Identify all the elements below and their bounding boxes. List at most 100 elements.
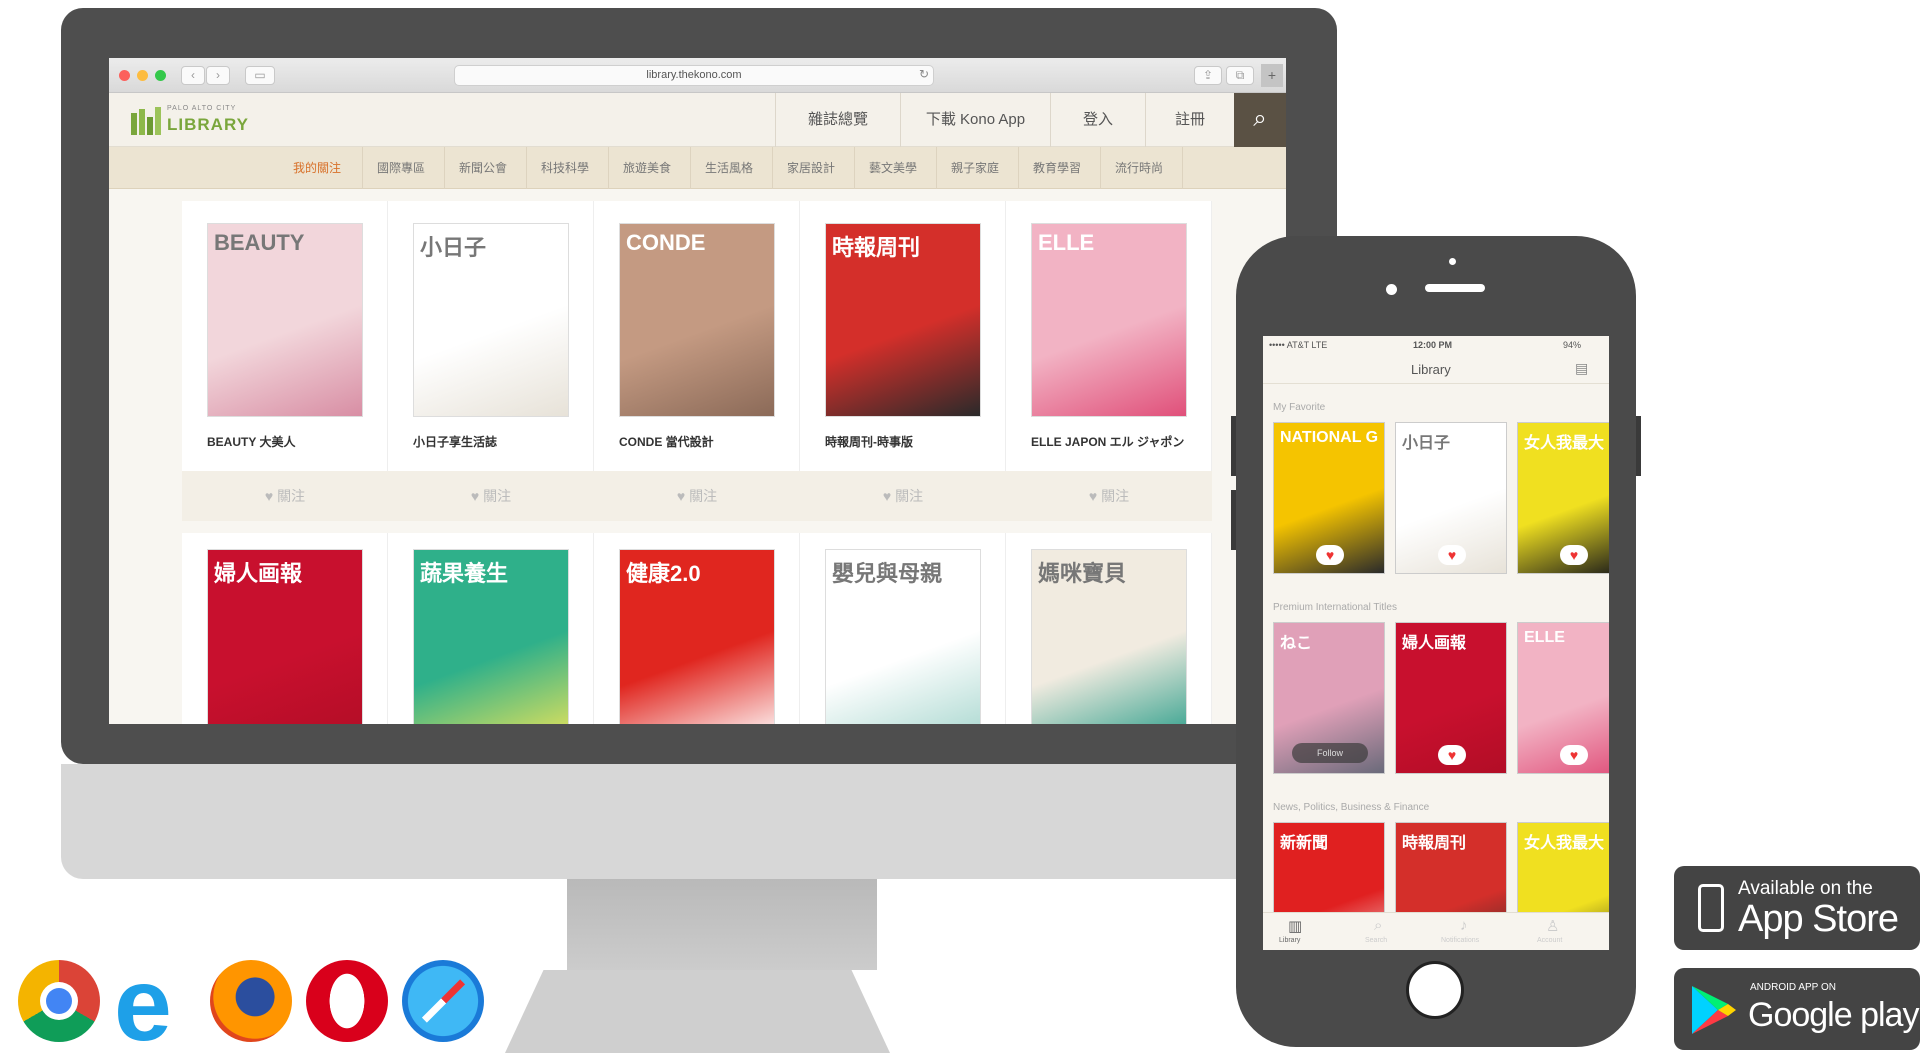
google-play-badge[interactable]: ANDROID APP ON Google play	[1674, 968, 1920, 1050]
phone-magazine-cover[interactable]: NATIONAL GEOGRAPHIC ♥	[1273, 422, 1385, 574]
phone-magazine-cover[interactable]: 婦人画報 ♥	[1395, 622, 1507, 774]
follow-button[interactable]: ♥ 關注	[1006, 471, 1212, 521]
magazine-cover[interactable]: 蔬果養生	[413, 549, 569, 724]
magazine-card[interactable]: 時報周刊時報周刊-時事版 ♥ 關注	[800, 201, 1006, 521]
magazine-card[interactable]: ELLE ELLE JAPON エル ジャポン ♥ 關注	[1006, 201, 1212, 521]
cover-title: BEAUTY	[214, 230, 305, 255]
opera-icon	[306, 960, 388, 1042]
follow-label: 關注	[483, 488, 512, 504]
magazine-title[interactable]: 小日子享生活誌	[413, 434, 573, 450]
magazine-cover[interactable]: 媽咪寶貝	[1031, 549, 1187, 724]
follow-button[interactable]: ♥ 關注	[800, 471, 1006, 521]
magazine-cover[interactable]: 健康2.0	[619, 549, 775, 724]
category-tab[interactable]: 我的關注	[279, 147, 363, 189]
time-text: 12:00 PM	[1413, 340, 1453, 350]
magazine-cover[interactable]: 時報周刊	[825, 223, 981, 417]
magazine-card[interactable]: 蔬果養生	[388, 533, 594, 724]
category-tab[interactable]: 家居設計	[773, 147, 855, 189]
bell-tab-icon[interactable]: ♪	[1460, 917, 1468, 934]
address-bar[interactable]: library.thekono.com	[454, 65, 934, 86]
magazine-cover[interactable]: ELLE	[1031, 223, 1187, 417]
magazine-cover[interactable]: CONDE	[619, 223, 775, 417]
menu-icon[interactable]: ▤	[1575, 360, 1588, 377]
category-tab[interactable]: 生活風格	[691, 147, 773, 189]
nav-download-app[interactable]: 下載 Kono App	[900, 93, 1050, 147]
follow-button[interactable]: Follow	[1292, 743, 1368, 763]
magazine-title[interactable]: ELLE JAPON エル ジャポン	[1031, 434, 1191, 450]
monitor-chin	[61, 764, 1337, 879]
tabs-icon[interactable]: ⧉	[1226, 66, 1254, 85]
magazine-title[interactable]: CONDE 當代設計	[619, 434, 779, 450]
nav-login[interactable]: 登入	[1050, 93, 1145, 147]
heart-icon[interactable]: ♥	[1438, 545, 1466, 565]
heart-icon[interactable]: ♥	[1438, 745, 1466, 765]
sidebar-icon[interactable]: ▭	[245, 66, 275, 85]
phone-home-button[interactable]	[1406, 961, 1464, 1019]
category-tab[interactable]: 流行時尚	[1101, 147, 1183, 189]
forward-icon[interactable]: ›	[206, 66, 230, 85]
google-play-big-text: Google play	[1748, 996, 1919, 1034]
app-store-big-text: App Store	[1738, 898, 1899, 940]
magazine-title[interactable]: BEAUTY 大美人	[207, 434, 367, 450]
tab-bar: ▥ ⌕ ♪ ♙ Library Search Notifications Acc…	[1263, 912, 1609, 950]
share-icon[interactable]: ⇪	[1194, 66, 1222, 85]
maximize-window-icon[interactable]	[155, 70, 166, 81]
category-tab[interactable]: 旅遊美食	[609, 147, 691, 189]
follow-button[interactable]: ♥ 關注	[388, 471, 594, 521]
close-window-icon[interactable]	[119, 70, 130, 81]
magazine-card[interactable]: 小日子小日子享生活誌 ♥ 關注	[388, 201, 594, 521]
magazine-cover[interactable]: 嬰兒與母親	[825, 549, 981, 724]
minimize-window-icon[interactable]	[137, 70, 148, 81]
heart-icon[interactable]: ♥	[1560, 745, 1588, 765]
magazine-title[interactable]: 時報周刊-時事版	[825, 434, 985, 450]
phone-magazine-cover[interactable]: ELLE ♥	[1517, 622, 1609, 774]
cover-title: CONDE	[626, 230, 706, 255]
logo-title[interactable]: LIBRARY	[167, 115, 249, 135]
magazine-card[interactable]: 嬰兒與母親	[800, 533, 1006, 724]
new-tab-button[interactable]: +	[1261, 64, 1283, 87]
category-tab[interactable]: 科技科學	[527, 147, 609, 189]
app-store-badge[interactable]: Available on the App Store	[1674, 866, 1920, 950]
magazine-card[interactable]: BEAUTY BEAUTY 大美人 ♥ 關注	[182, 201, 388, 521]
reload-icon[interactable]: ↻	[919, 67, 929, 81]
cover-title: 女人我最大	[1524, 835, 1605, 852]
magazine-card[interactable]: 健康2.0	[594, 533, 800, 724]
search-tab-icon[interactable]: ⌕	[1374, 917, 1382, 934]
category-tab[interactable]: 藝文美學	[855, 147, 937, 189]
magazine-cover[interactable]: 小日子	[413, 223, 569, 417]
category-tab[interactable]: 教育學習	[1019, 147, 1101, 189]
edge-icon: e	[114, 947, 172, 1053]
heart-icon: ♥	[264, 488, 274, 504]
heart-icon[interactable]: ♥	[1560, 545, 1588, 565]
app-title: Library	[1411, 362, 1451, 377]
app-store-small-text: Available on the	[1738, 878, 1873, 899]
phone-magazine-cover[interactable]: ねこ Follow	[1273, 622, 1385, 774]
phone-sensor	[1449, 258, 1456, 265]
phone-magazine-cover[interactable]: 女人我最大 ♥	[1517, 422, 1609, 574]
nav-register[interactable]: 註冊	[1145, 93, 1234, 147]
magazine-card[interactable]: 婦人画報	[182, 533, 388, 724]
back-icon[interactable]: ‹	[181, 66, 205, 85]
category-tab[interactable]: 親子家庭	[937, 147, 1019, 189]
url-text: library.thekono.com	[646, 69, 742, 81]
nav-browse-magazines[interactable]: 雜誌總覽	[775, 93, 900, 147]
magazine-card[interactable]: 媽咪寶貝	[1006, 533, 1212, 724]
follow-button[interactable]: ♥ 關注	[182, 471, 388, 521]
magazine-cover[interactable]: 婦人画報	[207, 549, 363, 724]
magazine-cover[interactable]: BEAUTY	[207, 223, 363, 417]
cover-title: 時報周刊	[1402, 835, 1467, 852]
phone-speaker	[1425, 284, 1485, 292]
desktop-screen: ‹ › ▭ library.thekono.com ↻ ⇪ ⧉ + PALO A…	[109, 58, 1286, 724]
heart-icon[interactable]: ♥	[1316, 545, 1344, 565]
category-tab[interactable]: 國際專區	[363, 147, 445, 189]
cover-title: 女人我最大	[1524, 435, 1605, 452]
phone-magazine-cover[interactable]: 小日子 ♥	[1395, 422, 1507, 574]
cover-title: 媽咪寶貝	[1038, 561, 1127, 586]
search-icon[interactable]: ⌕	[1234, 93, 1286, 147]
account-tab-icon[interactable]: ♙	[1546, 917, 1559, 935]
magazine-card[interactable]: CONDE CONDE 當代設計 ♥ 關注	[594, 201, 800, 521]
library-tab-icon[interactable]: ▥	[1288, 917, 1302, 935]
category-tab[interactable]: 新聞公會	[445, 147, 527, 189]
follow-button[interactable]: ♥ 關注	[594, 471, 800, 521]
library-logo-icon[interactable]	[131, 107, 161, 135]
